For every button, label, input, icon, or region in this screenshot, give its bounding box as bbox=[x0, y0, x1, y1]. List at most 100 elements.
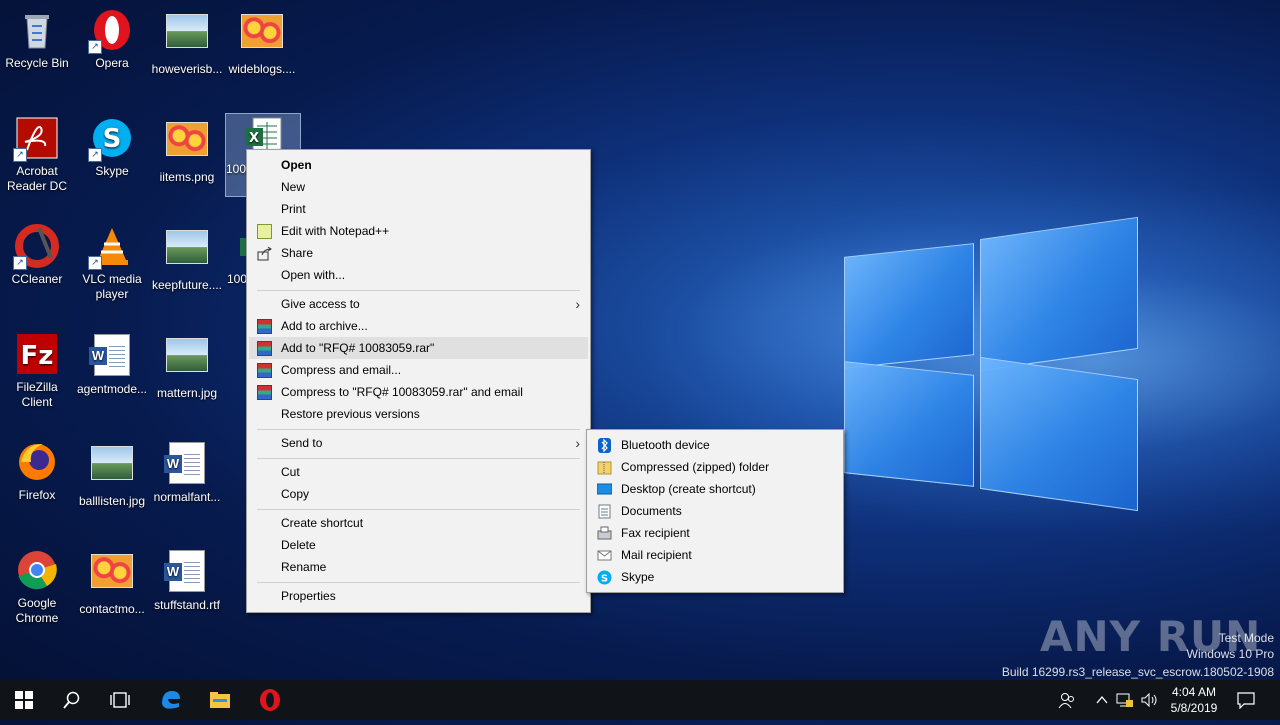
desktop-icon-word-doc[interactable]: agentmode... bbox=[75, 332, 149, 397]
svg-text:S: S bbox=[103, 124, 122, 154]
taskbar-file-explorer[interactable] bbox=[196, 680, 244, 720]
sendto-zip-folder[interactable]: Compressed (zipped) folder bbox=[589, 456, 841, 478]
network-status[interactable] bbox=[1116, 680, 1134, 720]
desktop-icon-opera[interactable]: ↗ Opera bbox=[75, 8, 149, 71]
desktop-icon-image-file[interactable]: iitems.png bbox=[150, 116, 224, 185]
opera-icon bbox=[260, 689, 280, 711]
sendto-bluetooth[interactable]: Bluetooth device bbox=[589, 434, 841, 456]
sendto-documents[interactable]: Documents bbox=[589, 500, 841, 522]
menu-item-open-with[interactable]: Open with... bbox=[249, 264, 588, 286]
desktop-icon-recycle-bin[interactable]: Recycle Bin bbox=[0, 8, 74, 71]
menu-item-open[interactable]: Open bbox=[249, 154, 588, 176]
excel-file-icon bbox=[226, 224, 248, 268]
icon-label: keepfuture.... bbox=[151, 278, 223, 292]
menu-item-give-access[interactable]: Give access to › bbox=[249, 293, 588, 315]
menu-item-properties[interactable]: Properties bbox=[249, 585, 588, 607]
menu-item-compress-email[interactable]: Compress and email... bbox=[249, 359, 588, 381]
sendto-mail[interactable]: Mail recipient bbox=[589, 544, 841, 566]
file-context-menu: Open New Print Edit with Notepad++ Share… bbox=[246, 149, 591, 613]
word-document-icon bbox=[164, 442, 209, 486]
taskbar-opera[interactable] bbox=[246, 680, 294, 720]
task-view-button[interactable] bbox=[96, 680, 144, 720]
icon-label: Opera bbox=[95, 56, 129, 70]
menu-item-new[interactable]: New bbox=[249, 176, 588, 198]
menu-item-print[interactable]: Print bbox=[249, 198, 588, 220]
menu-item-restore-versions[interactable]: Restore previous versions bbox=[249, 403, 588, 425]
menu-item-add-to-rar[interactable]: Add to "RFQ# 10083059.rar" bbox=[249, 337, 588, 359]
opera-icon: ↗ bbox=[88, 8, 134, 54]
desktop-icon-image-file[interactable]: mattern.jpg bbox=[150, 332, 224, 401]
desktop-icon-chrome[interactable]: Google Chrome bbox=[0, 548, 74, 626]
folder-icon bbox=[210, 692, 230, 708]
icon-label: VLC media player bbox=[82, 272, 142, 301]
menu-item-share[interactable]: Share bbox=[249, 242, 588, 264]
taskbar-clock[interactable]: 4:04 AM 5/8/2019 bbox=[1162, 684, 1226, 716]
sendto-skype[interactable]: S Skype bbox=[589, 566, 841, 588]
icon-label: Acrobat Reader DC bbox=[6, 164, 68, 193]
desktop-icon-firefox[interactable]: Firefox bbox=[0, 440, 74, 503]
tray-overflow-button[interactable] bbox=[1096, 680, 1108, 720]
icon-label: Google Chrome bbox=[15, 596, 59, 625]
desktop-icon-skype[interactable]: S ↗ Skype bbox=[75, 116, 149, 179]
menu-separator bbox=[257, 290, 580, 291]
search-icon bbox=[63, 691, 80, 709]
menu-item-cut[interactable]: Cut bbox=[249, 461, 588, 483]
image-file-icon bbox=[165, 14, 209, 58]
share-icon bbox=[257, 246, 272, 261]
taskbar-edge[interactable] bbox=[146, 680, 194, 720]
desktop-icon bbox=[596, 482, 613, 497]
search-button[interactable] bbox=[48, 680, 96, 720]
sendto-fax[interactable]: Fax recipient bbox=[589, 522, 841, 544]
menu-item-edit-notepadpp[interactable]: Edit with Notepad++ bbox=[249, 220, 588, 242]
windows-logo-wallpaper bbox=[840, 210, 1140, 512]
desktop-icon-word-doc[interactable]: stuffstand.rtf bbox=[150, 548, 224, 613]
desktop-icon-image-file[interactable]: wideblogs.... bbox=[225, 8, 299, 77]
desktop-icon-ccleaner[interactable]: ↗ CCleaner bbox=[0, 224, 74, 287]
menu-item-create-shortcut[interactable]: Create shortcut bbox=[249, 512, 588, 534]
desktop-icon-image-file[interactable]: keepfuture.... bbox=[150, 224, 224, 293]
image-file-icon bbox=[90, 554, 134, 598]
recycle-bin-icon bbox=[15, 8, 59, 52]
desktop-icon-image-file[interactable]: contactmo... bbox=[75, 548, 149, 617]
winrar-icon bbox=[257, 319, 272, 334]
desktop-icon-filezilla[interactable]: Fz FileZilla Client bbox=[0, 332, 74, 410]
acrobat-icon: ↗ bbox=[13, 116, 59, 162]
submenu-arrow-icon: › bbox=[575, 296, 580, 312]
image-file-icon bbox=[165, 230, 209, 274]
menu-item-add-to-archive[interactable]: Add to archive... bbox=[249, 315, 588, 337]
icon-label: iitems.png bbox=[159, 170, 215, 184]
winrar-icon bbox=[257, 385, 272, 400]
word-document-icon bbox=[89, 334, 134, 378]
menu-item-copy[interactable]: Copy bbox=[249, 483, 588, 505]
action-center-button[interactable] bbox=[1236, 680, 1256, 720]
desktop-icon-vlc[interactable]: ↗ VLC media player bbox=[75, 224, 149, 302]
menu-separator bbox=[257, 458, 580, 459]
desktop-icon-image-file[interactable]: balllisten.jpg bbox=[75, 440, 149, 509]
menu-item-delete[interactable]: Delete bbox=[249, 534, 588, 556]
os-edition-label: Windows 10 Pro bbox=[1186, 647, 1274, 661]
desktop-icon-acrobat[interactable]: ↗ Acrobat Reader DC bbox=[0, 116, 74, 194]
menu-separator bbox=[257, 509, 580, 510]
volume-control[interactable] bbox=[1140, 680, 1158, 720]
test-mode-label: Test Mode bbox=[1218, 631, 1274, 645]
menu-item-rename[interactable]: Rename bbox=[249, 556, 588, 578]
menu-item-send-to[interactable]: Send to › bbox=[249, 432, 588, 454]
icon-label: balllisten.jpg bbox=[78, 494, 146, 508]
speaker-icon bbox=[1141, 692, 1157, 708]
menu-item-compress-rar-email[interactable]: Compress to "RFQ# 10083059.rar" and emai… bbox=[249, 381, 588, 403]
ccleaner-icon: ↗ bbox=[13, 224, 59, 270]
taskbar: 4:04 AM 5/8/2019 bbox=[0, 680, 1280, 720]
notepadpp-icon bbox=[257, 224, 272, 239]
desktop-icon-partial-file[interactable]: 100 bbox=[226, 224, 248, 287]
shortcut-arrow-icon: ↗ bbox=[13, 148, 27, 162]
people-button[interactable] bbox=[1058, 680, 1076, 720]
shortcut-arrow-icon: ↗ bbox=[13, 256, 27, 270]
sendto-desktop[interactable]: Desktop (create shortcut) bbox=[589, 478, 841, 500]
clock-date: 5/8/2019 bbox=[1170, 701, 1218, 715]
icon-label: contactmo... bbox=[79, 602, 145, 616]
start-button[interactable] bbox=[0, 680, 48, 720]
notification-icon bbox=[1237, 692, 1255, 710]
icon-label: normalfant... bbox=[153, 490, 221, 504]
desktop-icon-image-file[interactable]: howeverisb... bbox=[150, 8, 224, 77]
desktop-icon-word-doc[interactable]: normalfant... bbox=[150, 440, 224, 505]
